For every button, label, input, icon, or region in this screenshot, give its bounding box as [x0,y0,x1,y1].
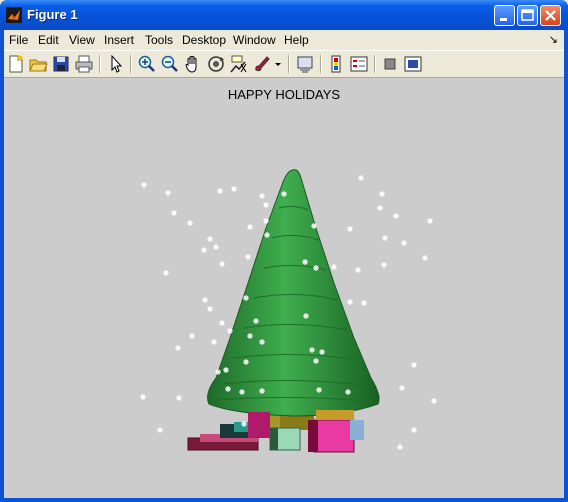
new-figure-icon[interactable] [6,54,26,74]
colorbar-icon[interactable] [326,54,346,74]
title-bar[interactable]: Figure 1 [0,0,568,30]
snowflake [219,320,225,326]
menu-desktop[interactable]: Desktop [182,33,226,47]
snowflake [263,202,269,208]
snowflake [163,270,169,276]
snowflake [207,306,213,312]
dock-arrow-icon[interactable]: ↘ [549,33,558,46]
minimize-icon [500,18,507,21]
brush-icon[interactable] [252,54,272,74]
figure-window: Figure 1 File Edit View Insert Tools Des… [0,0,568,502]
menu-edit[interactable]: Edit [38,33,59,47]
data-cursor-icon[interactable] [229,54,249,74]
snowflake [219,261,225,267]
snowflake [189,333,195,339]
pan-hand-icon[interactable] [183,54,203,74]
toolbar-separator [288,55,290,73]
snowflake [175,345,181,351]
snowflake [171,210,177,216]
snowflake [247,224,253,230]
snowflake [377,205,383,211]
minimize-button[interactable] [494,5,515,26]
snowflake [231,186,237,192]
snowflake [207,236,213,242]
zoom-out-icon[interactable] [160,54,180,74]
menu-bar: File Edit View Insert Tools Desktop Wind… [4,30,564,49]
toolbar-separator [374,55,376,73]
snowflake [361,300,367,306]
snowflake [431,398,437,404]
edit-plot-arrow-icon[interactable] [106,54,126,74]
snowflake [411,427,417,433]
snowflake [379,191,385,197]
snowflake [211,339,217,345]
snowflake [165,190,171,196]
snowflake [382,235,388,241]
figure-canvas[interactable]: HAPPY HOLIDAYS [4,78,564,498]
snowflake [399,385,405,391]
save-icon[interactable] [51,54,71,74]
window-title: Figure 1 [27,7,78,22]
link-plot-icon[interactable] [295,54,315,74]
figure-toolbar [4,50,564,78]
snowflake [157,427,163,433]
snowflake [355,267,361,273]
snowflake [427,218,433,224]
open-file-icon[interactable] [28,54,48,74]
maximize-button[interactable] [517,5,538,26]
close-icon [545,10,556,21]
close-button[interactable] [540,5,561,26]
snowflake [411,362,417,368]
snowflake [259,193,265,199]
snowflake [422,255,428,261]
toolbar-separator [130,55,132,73]
menu-window[interactable]: Window [233,33,276,47]
legend-icon[interactable] [349,54,369,74]
menu-file[interactable]: File [9,33,28,47]
snowflake [213,244,219,250]
snowflake [140,394,146,400]
snowflake [358,175,364,181]
holiday-scene [140,169,437,453]
snowflake [393,213,399,219]
window-client-area: File Edit View Insert Tools Desktop Wind… [4,30,564,498]
print-icon[interactable] [74,54,94,74]
menu-help[interactable]: Help [284,33,309,47]
hide-plot-tools-icon[interactable] [380,54,400,74]
snowflake [331,264,337,270]
snowflake [347,226,353,232]
snowflake [245,254,251,260]
maximize-icon [521,9,534,21]
menu-insert[interactable]: Insert [104,33,134,47]
snowflake [187,220,193,226]
snowflake [202,297,208,303]
snowflake [176,395,182,401]
toolbar-separator [99,55,101,73]
snowflake [347,299,353,305]
rotate-3d-icon[interactable] [206,54,226,74]
snowflake [201,247,207,253]
show-plot-tools-icon[interactable] [403,54,423,74]
toolbar-separator [320,55,322,73]
snowflake [217,188,223,194]
snowflake [401,240,407,246]
snowflake [141,182,147,188]
menu-tools[interactable]: Tools [145,33,173,47]
snowflake [381,262,387,268]
snowflake [397,444,403,450]
zoom-in-icon[interactable] [137,54,157,74]
brush-dropdown-icon[interactable] [273,54,283,74]
matlab-logo-icon [6,7,22,23]
menu-view[interactable]: View [69,33,95,47]
